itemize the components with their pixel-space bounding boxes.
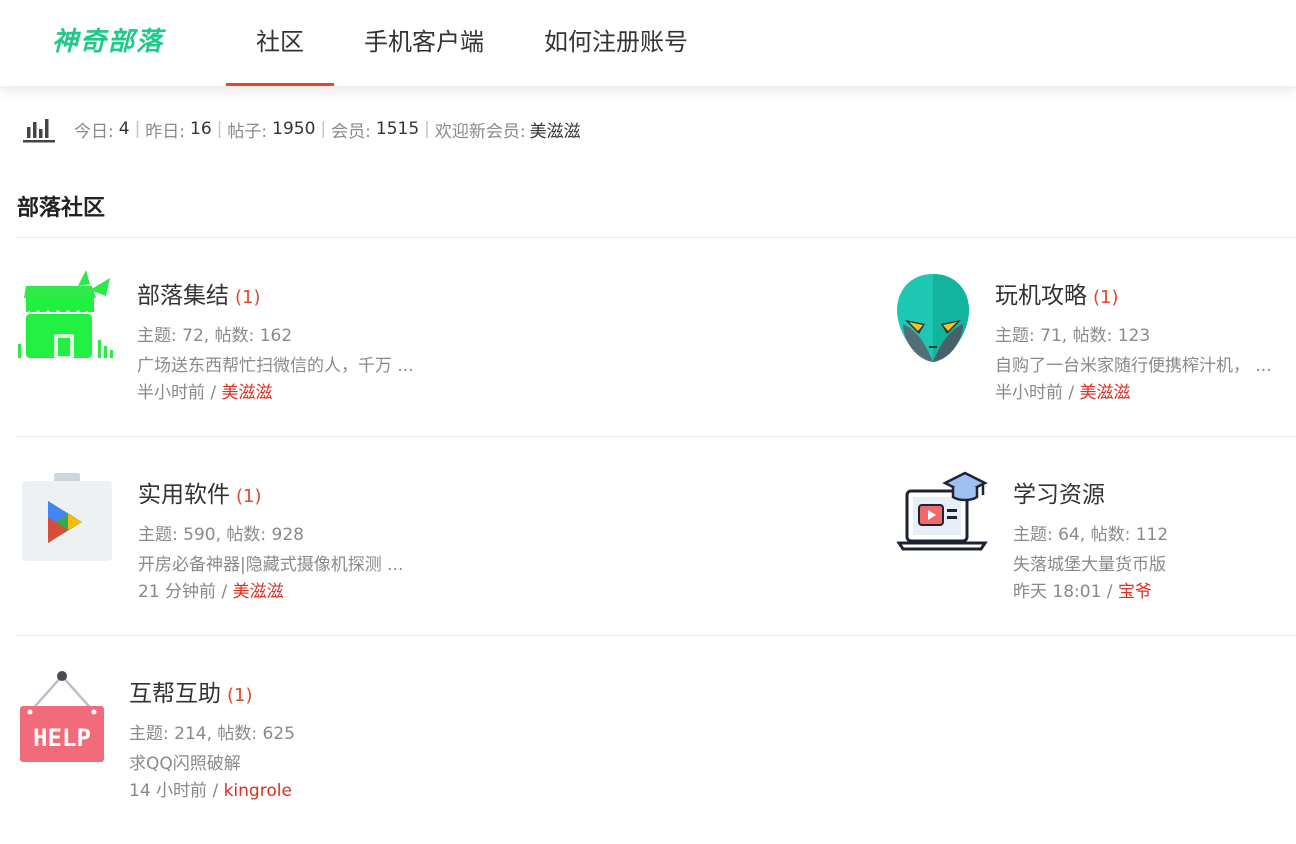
latest-post-meta: 14 小时前 / kingrole [129, 776, 292, 801]
latest-post-title[interactable]: 开房必备神器|隐藏式摄像机探测 ... [138, 550, 403, 575]
forum-name[interactable]: 学习资源 [1013, 475, 1111, 509]
latest-post-time: 昨天 18:01 / [1013, 582, 1113, 602]
forum-stats: 主题: 71, 帖数: 123 [995, 326, 1151, 346]
separator: | [134, 119, 141, 139]
new-member-link[interactable]: 美滋滋 [530, 117, 581, 142]
forum-name[interactable]: 玩机攻略 (1) [995, 276, 1119, 310]
nav-tab-mobile-client[interactable]: 手机客户端 [364, 0, 484, 86]
latest-post-user[interactable]: 宝爷 [1118, 582, 1152, 602]
forum-name-text[interactable]: 玩机攻略 [995, 283, 1087, 309]
forum-stats: 主题: 214, 帖数: 625 [129, 724, 295, 744]
site-stats-bar: 今日: 4 | 昨日: 16 | 帖子: 1950 | 会员: 1515 | 欢… [22, 112, 581, 146]
latest-post-title[interactable]: 失落城堡大量货币版 [1013, 550, 1166, 575]
divider [16, 635, 1296, 636]
yesterday-count: 16 [190, 119, 212, 139]
latest-post-user[interactable]: 美滋滋 [222, 383, 273, 403]
svg-text:HELP: HELP [33, 724, 91, 752]
separator: | [320, 119, 327, 139]
forum-stats: 主题: 64, 帖数: 112 [1013, 525, 1169, 545]
members-label: 会员: [331, 121, 371, 142]
play-store-bag-icon [22, 473, 112, 561]
forum-stats: 主题: 72, 帖数: 162 [137, 326, 293, 346]
forum-card-tribe-gathering[interactable]: 部落集结 (1) 主题: 72, 帖数: 162 广场送东西帮忙扫微信的人，千万 … [18, 268, 498, 408]
latest-post-user[interactable]: kingrole [224, 781, 292, 801]
latest-post-time: 半小时前 / [995, 383, 1075, 403]
latest-post-meta: 半小时前 / 美滋滋 [995, 378, 1131, 403]
section-title: 部落社区 [17, 196, 106, 221]
latest-post-time: 半小时前 / [137, 383, 217, 403]
forum-name-text[interactable]: 学习资源 [1013, 482, 1105, 508]
top-header: 神奇部落 社区 手机客户端 如何注册账号 [0, 0, 1296, 86]
forum-card-useful-software[interactable]: 实用软件 (1) 主题: 590, 帖数: 928 开房必备神器|隐藏式摄像机探测… [20, 467, 500, 607]
site-logo[interactable]: 神奇部落 [52, 22, 164, 62]
nav-tab-community[interactable]: 社区 [226, 0, 334, 86]
yesterday-label: 昨日: [145, 121, 186, 142]
forum-card-mutual-help[interactable]: HELP 互帮互助 (1) 主题: 214, 帖数: 625 求QQ闪照破解 14… [20, 666, 500, 806]
welcome-label: 欢迎新会员: [434, 121, 526, 142]
latest-post-meta: 昨天 18:01 / 宝爷 [1013, 577, 1152, 602]
today-label: 今日: [74, 121, 114, 142]
members-count: 1515 [375, 119, 420, 139]
posts-count: 1950 [272, 119, 316, 139]
green-shop-icon [18, 270, 113, 358]
latest-post-title[interactable]: 自购了一台米家随行便携榨汁机， ... [995, 351, 1272, 376]
laptop-graduation-icon [897, 471, 988, 551]
alien-head-icon [897, 274, 969, 362]
latest-post-time: 14 小时前 / [129, 781, 219, 801]
divider [16, 237, 1296, 238]
separator: | [216, 119, 223, 139]
forum-name[interactable]: 实用软件 (1) [138, 475, 262, 509]
latest-post-title[interactable]: 求QQ闪照破解 [129, 749, 241, 774]
forum-stats: 主题: 590, 帖数: 928 [138, 525, 304, 545]
new-post-count: (1) [235, 287, 261, 308]
forum-name[interactable]: 部落集结 (1) [137, 276, 261, 310]
latest-post-user[interactable]: 美滋滋 [1080, 383, 1131, 403]
forum-card-learning-resources[interactable]: 学习资源 主题: 64, 帖数: 112 失落城堡大量货币版 昨天 18:01 … [897, 467, 1295, 607]
bar-chart-icon [23, 119, 55, 143]
separator: | [424, 119, 430, 139]
latest-post-user[interactable]: 美滋滋 [233, 582, 284, 602]
forum-card-phone-guides[interactable]: 玩机攻略 (1) 主题: 71, 帖数: 123 自购了一台米家随行便携榨汁机， … [895, 268, 1295, 408]
latest-post-title[interactable]: 广场送东西帮忙扫微信的人，千万 ... [137, 351, 414, 376]
forum-name[interactable]: 互帮互助 (1) [129, 674, 253, 708]
forum-name-text[interactable]: 互帮互助 [129, 681, 221, 707]
divider [16, 436, 1296, 437]
latest-post-meta: 21 分钟前 / 美滋滋 [138, 577, 284, 602]
new-post-count: (1) [236, 486, 262, 507]
today-count: 4 [118, 119, 130, 139]
help-sign-icon: HELP [20, 671, 104, 762]
forum-name-text[interactable]: 实用软件 [138, 482, 230, 508]
new-post-count: (1) [227, 685, 253, 706]
posts-label: 帖子: [227, 121, 268, 142]
latest-post-meta: 半小时前 / 美滋滋 [137, 378, 273, 403]
forum-name-text[interactable]: 部落集结 [137, 283, 229, 309]
nav-tab-how-to-register[interactable]: 如何注册账号 [544, 0, 688, 86]
latest-post-time: 21 分钟前 / [138, 582, 228, 602]
new-post-count: (1) [1093, 287, 1119, 308]
